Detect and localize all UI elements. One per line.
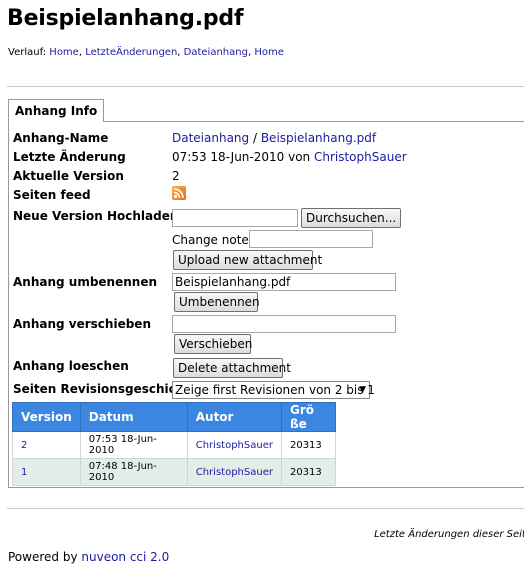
powered-by-text: Powered by bbox=[8, 550, 82, 564]
footer-divider bbox=[7, 508, 524, 509]
powered-by-link[interactable]: nuveon cci 2.0 bbox=[81, 550, 169, 564]
table-row: 2 07:53 18-Jun-2010 ChristophSauer 20313 bbox=[12, 431, 336, 459]
last-change-user-link[interactable]: ChristophSauer bbox=[314, 150, 407, 164]
row-size-cell: 20313 bbox=[280, 431, 336, 459]
revision-history-label: Seiten Revisionsgeschichte bbox=[13, 382, 199, 396]
chevron-down-icon: ▼ bbox=[359, 385, 366, 395]
breadcrumb-link-home-2[interactable]: Home bbox=[254, 47, 284, 58]
row-author-cell: ChristophSauer bbox=[186, 431, 282, 459]
row-version-cell: 2 bbox=[12, 431, 81, 459]
move-button[interactable]: Verschieben bbox=[174, 334, 252, 354]
row-version-cell: 1 bbox=[12, 458, 81, 486]
row-size-cell: 20313 bbox=[280, 458, 336, 486]
last-change-value: 07:53 18-Jun-2010 von ChristophSauer bbox=[172, 150, 407, 164]
breadcrumb-link-home[interactable]: Home bbox=[49, 47, 79, 58]
version-link[interactable]: 2 bbox=[21, 440, 27, 451]
row-author-cell: ChristophSauer bbox=[186, 458, 282, 486]
delete-label: Anhang loeschen bbox=[13, 359, 129, 373]
powered-by: Powered by nuveon cci 2.0 bbox=[8, 550, 169, 564]
column-header-date[interactable]: Datum bbox=[79, 402, 188, 432]
last-change-label: Letzte Änderung bbox=[13, 150, 126, 164]
header-divider bbox=[7, 86, 524, 87]
column-header-size[interactable]: Grö ße bbox=[280, 402, 336, 432]
revision-table-header: Version Datum Autor Grö ße bbox=[12, 402, 336, 432]
attachment-name-value: Dateianhang / Beispielanhang.pdf bbox=[172, 131, 376, 145]
rss-icon[interactable] bbox=[172, 186, 186, 200]
revision-range-value: Zeige first Revisionen von 2 bis 1 bbox=[175, 383, 375, 397]
row-date-cell: 07:48 18-Jun-2010 bbox=[79, 458, 188, 486]
browse-button[interactable]: Durchsuchen... bbox=[301, 208, 401, 228]
move-label: Anhang verschieben bbox=[13, 317, 151, 331]
upload-file-input[interactable] bbox=[172, 209, 298, 227]
column-header-author[interactable]: Autor bbox=[186, 402, 282, 432]
breadcrumb: Verlauf: Home, LetzteÄnderungen, Dateian… bbox=[8, 47, 284, 58]
version-link[interactable]: 1 bbox=[21, 467, 27, 478]
change-note-input[interactable] bbox=[249, 230, 373, 248]
change-note-label: Change note: bbox=[172, 233, 253, 247]
table-row: 1 07:48 18-Jun-2010 ChristophSauer 20313 bbox=[12, 458, 336, 486]
attachment-file-link[interactable]: Beispielanhang.pdf bbox=[261, 131, 376, 145]
recent-changes-text: Letzte Änderungen dieser Seite bbox=[374, 529, 524, 540]
upload-label: Neue Version Hochladen bbox=[13, 209, 179, 223]
current-version-label: Aktuelle Version bbox=[13, 169, 124, 183]
breadcrumb-prefix: Verlauf: bbox=[8, 47, 47, 58]
column-header-version[interactable]: Version bbox=[12, 402, 81, 432]
author-link[interactable]: ChristophSauer bbox=[196, 467, 273, 478]
rename-input[interactable] bbox=[172, 273, 396, 291]
breadcrumb-link-recent-changes[interactable]: LetzteÄnderungen bbox=[85, 47, 177, 58]
revision-table: Version Datum Autor Grö ße 2 07:53 18-Ju… bbox=[12, 402, 336, 486]
rename-label: Anhang umbenennen bbox=[13, 275, 158, 289]
rename-button[interactable]: Umbenennen bbox=[174, 292, 260, 312]
row-date-cell: 07:53 18-Jun-2010 bbox=[79, 431, 188, 459]
breadcrumb-link-attachments[interactable]: Dateianhang bbox=[184, 47, 248, 58]
upload-attachment-button[interactable]: Upload new attachment bbox=[173, 250, 322, 270]
attachment-parent-link[interactable]: Dateianhang bbox=[172, 131, 249, 145]
tab-attachment-info[interactable]: Anhang Info bbox=[8, 99, 105, 122]
author-link[interactable]: ChristophSauer bbox=[196, 440, 273, 451]
page-title: Beispielanhang.pdf bbox=[7, 6, 244, 31]
page-feed-label: Seiten feed bbox=[13, 188, 91, 202]
current-version-value: 2 bbox=[172, 169, 180, 183]
last-change-time: 07:53 18-Jun-2010 von bbox=[172, 150, 314, 164]
revision-range-select[interactable]: Zeige first Revisionen von 2 bis 1 ▼ bbox=[172, 381, 375, 399]
attachment-name-separator: / bbox=[249, 131, 261, 145]
move-input[interactable] bbox=[172, 315, 396, 333]
attachment-name-label: Anhang-Name bbox=[13, 131, 109, 145]
delete-attachment-button[interactable]: Delete attachment bbox=[173, 358, 291, 378]
recent-changes-link[interactable]: Letzte Änderungen dieser Seite bbox=[374, 529, 524, 540]
